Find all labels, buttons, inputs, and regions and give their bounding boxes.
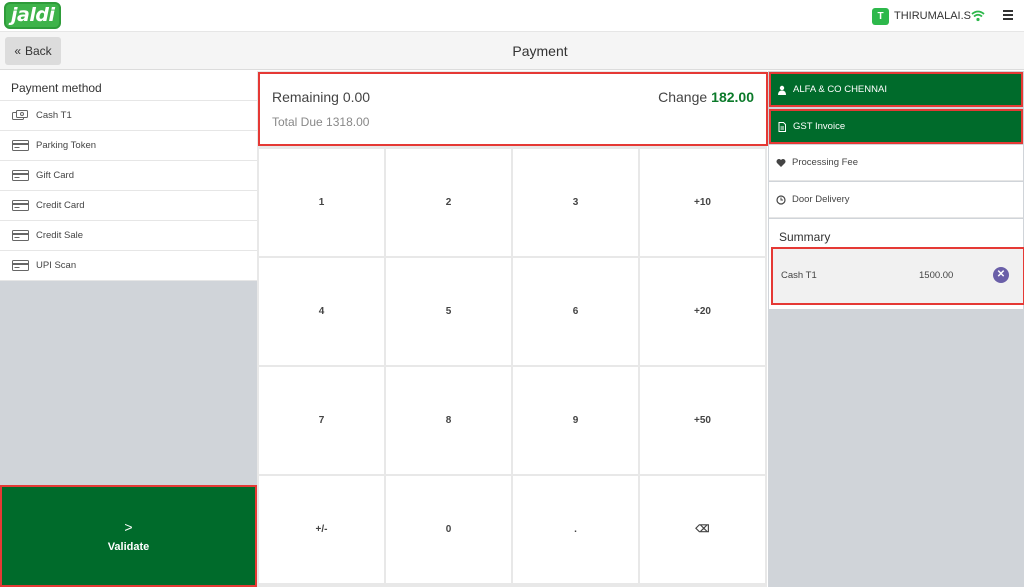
- summary-title: Summary: [779, 230, 831, 244]
- key-5[interactable]: 5: [386, 258, 511, 365]
- key-1[interactable]: 1: [259, 149, 384, 256]
- wifi-icon: [971, 10, 985, 22]
- payment-method-panel: Payment method Cash T1 Parking Token Gif…: [0, 71, 257, 587]
- payment-method-label: Cash T1: [36, 110, 72, 121]
- hamburger-menu-icon[interactable]: [1003, 10, 1013, 22]
- key-8[interactable]: 8: [386, 367, 511, 474]
- key-2[interactable]: 2: [386, 149, 511, 256]
- key-3[interactable]: 3: [513, 149, 638, 256]
- chevron-right-icon: >: [124, 519, 133, 535]
- validate-button[interactable]: > Validate: [0, 485, 257, 587]
- remove-line-icon[interactable]: ✕: [993, 267, 1009, 283]
- payment-method-label: UPI Scan: [36, 260, 77, 271]
- amount-due-box: Remaining 0.00 Change 182.00 Total Due 13…: [258, 72, 768, 146]
- top-bar: jaldi T THIRUMALAI.S: [0, 0, 1024, 32]
- key-decimal[interactable]: .: [513, 476, 638, 583]
- page-header: « Back Payment: [0, 32, 1024, 70]
- payment-method-label: Parking Token: [36, 140, 97, 151]
- payment-method-list: Payment method Cash T1 Parking Token Gif…: [0, 71, 257, 281]
- remaining-value: 0.00: [342, 89, 371, 105]
- customer-name: ALFA & CO CHENNAI: [793, 84, 887, 95]
- door-delivery-label: Door Delivery: [792, 194, 850, 205]
- document-icon: [778, 121, 786, 132]
- card-icon: [12, 140, 29, 151]
- key-9[interactable]: 9: [513, 367, 638, 474]
- key-plus-50[interactable]: +50: [640, 367, 765, 474]
- door-delivery-button[interactable]: Door Delivery: [769, 182, 1023, 218]
- key-plus-20[interactable]: +20: [640, 258, 765, 365]
- card-icon: [12, 230, 29, 241]
- change-label: Change: [658, 89, 708, 105]
- card-icon: [12, 200, 29, 211]
- heart-icon: [776, 158, 786, 167]
- key-4[interactable]: 4: [259, 258, 384, 365]
- payment-method-parking-token[interactable]: Parking Token: [0, 131, 257, 161]
- user-badge[interactable]: T THIRUMALAI.S: [872, 7, 971, 25]
- gst-invoice-button[interactable]: GST Invoice: [769, 109, 1023, 144]
- card-icon: [12, 260, 29, 271]
- jaldi-logo: jaldi: [4, 2, 62, 29]
- payment-method-credit-sale[interactable]: Credit Sale: [0, 221, 257, 251]
- total-due-label: Total Due: [272, 115, 323, 129]
- payment-method-cash-t1[interactable]: Cash T1: [0, 101, 257, 131]
- payment-options-panel: ALFA & CO CHENNAI GST Invoice Processing…: [768, 71, 1024, 587]
- change-value: 182.00: [711, 89, 754, 105]
- payment-method-heading: Payment method: [0, 71, 257, 101]
- card-icon: [12, 170, 29, 181]
- key-6[interactable]: 6: [513, 258, 638, 365]
- user-avatar: T: [872, 7, 889, 25]
- change-amount: Change 182.00: [658, 89, 754, 105]
- payment-center-panel: Remaining 0.00 Change 182.00 Total Due 13…: [257, 71, 768, 587]
- numeric-keypad: 1 2 3 +10 4 5 6 +20 7 8 9 +50 +/- 0 . ⌫: [259, 149, 765, 583]
- summary-line: Cash T1 1500.00 ✕: [771, 247, 1024, 305]
- page-title: Payment: [512, 43, 568, 59]
- payment-method-credit-card[interactable]: Credit Card: [0, 191, 257, 221]
- clock-icon: [776, 194, 786, 205]
- payment-method-label: Gift Card: [36, 170, 75, 181]
- payment-method-label: Credit Sale: [36, 230, 83, 241]
- validate-label: Validate: [107, 541, 150, 553]
- summary-line-name: Cash T1: [781, 270, 817, 281]
- payment-method-gift-card[interactable]: Gift Card: [0, 161, 257, 191]
- remaining-label: Remaining: [272, 89, 339, 105]
- cash-icon: [12, 110, 28, 120]
- total-due-value: 1318.00: [326, 115, 370, 129]
- user-icon: [778, 85, 786, 95]
- key-7[interactable]: 7: [259, 367, 384, 474]
- payment-method-upi-scan[interactable]: UPI Scan: [0, 251, 257, 281]
- gst-invoice-label: GST Invoice: [793, 121, 846, 132]
- customer-button[interactable]: ALFA & CO CHENNAI: [769, 72, 1023, 107]
- summary-line-amount: 1500.00: [919, 270, 954, 281]
- key-plus-10[interactable]: +10: [640, 149, 765, 256]
- summary-section: Summary Cash T1 1500.00 ✕: [769, 219, 1024, 309]
- processing-fee-label: Processing Fee: [792, 157, 859, 168]
- processing-fee-button[interactable]: Processing Fee: [769, 145, 1023, 181]
- remaining-amount: Remaining 0.00: [272, 89, 370, 105]
- backspace-icon[interactable]: ⌫: [640, 476, 765, 583]
- key-plus-minus[interactable]: +/-: [259, 476, 384, 583]
- total-due: Total Due 1318.00: [272, 115, 369, 129]
- user-name: THIRUMALAI.S: [894, 10, 972, 22]
- payment-method-label: Credit Card: [36, 200, 85, 211]
- key-0[interactable]: 0: [386, 476, 511, 583]
